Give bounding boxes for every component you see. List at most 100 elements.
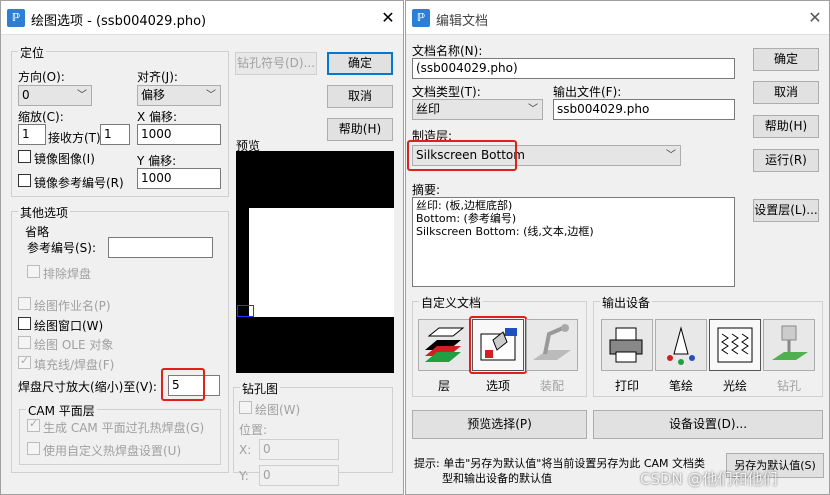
locate-group-title: 定位 (18, 44, 47, 61)
pen-plot-label: 笔绘 (668, 379, 693, 393)
refdes-input[interactable] (108, 237, 213, 258)
layers-label: 层 (437, 379, 450, 393)
drill-plot-label: 绘图(W) (255, 403, 301, 417)
cam-thermal-label: 生成 CAM 平面过孔热焊盘(G) (43, 421, 205, 435)
preview-select-button[interactable]: 预览选择(P) (412, 410, 587, 439)
edit-document-titlebar: ℙ 编辑文档 ✕ (406, 1, 829, 35)
plot-ole-label: 绘图 OLE 对象 (34, 338, 114, 352)
edit-document-dialog: ℙ 编辑文档 ✕ 文档名称(N): (ssb004029.pho) 文档类型(T… (405, 0, 830, 495)
doc-name-label: 文档名称(N): (412, 44, 483, 58)
align-select[interactable]: 偏移 ﹀ (137, 85, 221, 106)
shrink-label: 接收方(T) (48, 131, 101, 145)
doc-run-button[interactable]: 运行(R) (753, 149, 819, 172)
drill-y-label: Y: (239, 469, 249, 483)
assembly-icon (533, 324, 571, 360)
doc-type-label: 文档类型(T): (412, 85, 481, 99)
assembly-button[interactable] (526, 319, 578, 371)
chevron-down-icon: ﹀ (77, 90, 87, 101)
doc-cancel-button[interactable]: 取消 (753, 81, 819, 104)
close-icon[interactable]: ✕ (804, 7, 826, 29)
y-offset-label: Y 偏移: (137, 154, 177, 168)
photo-plot-button[interactable] (709, 319, 761, 371)
drill-symbol-button[interactable]: 钻孔符号(D)... (235, 52, 317, 75)
pen-plot-button[interactable] (655, 319, 707, 371)
layers-button[interactable] (418, 319, 470, 371)
chevron-down-icon: ﹀ (528, 104, 538, 115)
summary-textarea[interactable]: 丝印: (板,边框底部) Bottom: (参考编号) Silkscreen B… (412, 197, 735, 287)
app-icon: ℙ (7, 9, 25, 27)
exclude-pads-label: 排除焊盘 (43, 267, 92, 281)
drill-x-label: X: (239, 443, 252, 457)
highlight-box (469, 316, 527, 374)
custom-doc-title: 自定义文档 (419, 294, 484, 311)
doc-ok-button[interactable]: 确定 (753, 48, 819, 71)
drill-label: 钻孔 (776, 379, 801, 393)
output-file-label: 输出文件(F): (553, 85, 622, 99)
y-offset-input[interactable]: 1000 (137, 168, 221, 189)
doc-name-input[interactable]: (ssb004029.pho) (412, 58, 735, 79)
drill-plot-checkbox[interactable] (239, 401, 252, 414)
exclude-pads-checkbox[interactable] (27, 265, 40, 278)
assembly-label: 装配 (539, 379, 564, 393)
summary-line: Silkscreen Bottom: (线,文本,边框) (416, 225, 594, 238)
x-offset-input[interactable]: 1000 (137, 124, 221, 145)
close-icon[interactable]: ✕ (377, 7, 399, 29)
preview-canvas (236, 151, 394, 373)
chevron-down-icon: ﹀ (206, 90, 216, 101)
summary-line: 丝印: (板,边框底部) (416, 199, 513, 212)
doc-help-button[interactable]: 帮助(H) (753, 115, 819, 138)
mirror-refdes-checkbox[interactable] (18, 174, 31, 187)
edit-document-title: 编辑文档 (436, 14, 489, 29)
mirror-image-label: 镜像图像(I) (34, 152, 95, 166)
fill-pads-checkbox[interactable] (18, 354, 31, 369)
plot-ok-button[interactable]: 确定 (327, 52, 393, 75)
plot-options-title: 绘图选项 - (ssb004029.pho) (31, 14, 207, 29)
drill-button[interactable] (763, 319, 815, 371)
cam-custom-checkbox[interactable] (27, 442, 40, 455)
plot-options-dialog: ℙ 绘图选项 - (ssb004029.pho) ✕ 定位 方向(O): 0 ﹀ … (0, 0, 404, 495)
direction-select[interactable]: 0 ﹀ (18, 85, 92, 106)
app-icon: ℙ (412, 9, 430, 27)
align-label: 对齐(J): (137, 70, 178, 84)
device-settings-button[interactable]: 设备设置(D)... (593, 410, 823, 439)
print-button[interactable] (601, 319, 653, 371)
other-options-title: 其他选项 (18, 204, 71, 221)
plot-help-button[interactable]: 帮助(H) (327, 118, 393, 141)
drill-position-label: 位置: (239, 423, 268, 437)
shrink-input[interactable]: 1 (100, 124, 130, 145)
photoplotter-icon (717, 327, 753, 363)
plot-window-checkbox[interactable] (18, 317, 31, 330)
plot-job-name-label: 绘图作业名(P) (34, 299, 111, 313)
scale-input[interactable]: 1 (18, 124, 46, 145)
cam-custom-label: 使用自定义热焊盘设置(U) (43, 444, 182, 458)
plot-cancel-button[interactable]: 取消 (327, 85, 393, 108)
set-layer-button[interactable]: 设置层(L)... (753, 199, 819, 222)
drill-icon (772, 325, 808, 360)
mirror-image-checkbox[interactable] (18, 150, 31, 163)
highlight-box (407, 140, 517, 171)
preview-origin-marker (237, 305, 254, 317)
omit-group-title: 省略 (25, 225, 50, 239)
pad-scale-label: 焊盘尺寸放大(缩小)至(V): (18, 380, 157, 394)
plot-options-titlebar: ℙ 绘图选项 - (ssb004029.pho) ✕ (1, 1, 403, 35)
refdes-label: 参考编号(S): (27, 241, 97, 255)
drill-y-input[interactable]: 0 (259, 465, 339, 486)
drill-x-input[interactable]: 0 (259, 439, 339, 460)
x-offset-label: X 偏移: (137, 110, 178, 124)
highlight-box (161, 368, 205, 401)
photo-plot-label: 光绘 (722, 379, 747, 393)
chevron-down-icon: ﹀ (666, 150, 676, 161)
cam-thermal-checkbox[interactable] (27, 417, 40, 432)
output-file-input[interactable]: ssb004029.pho (553, 99, 735, 120)
doc-type-select[interactable]: 丝印 ﹀ (412, 99, 543, 120)
output-device-title: 输出设备 (600, 294, 653, 311)
scale-label: 缩放(C): (18, 110, 64, 124)
plot-job-name-checkbox[interactable] (18, 297, 31, 310)
print-label: 打印 (614, 379, 639, 393)
direction-label: 方向(O): (18, 70, 65, 84)
pen-plotter-icon (667, 326, 695, 365)
summary-label: 摘要: (412, 183, 441, 197)
plot-ole-checkbox[interactable] (18, 336, 31, 349)
preview-board (249, 208, 394, 317)
mirror-refdes-label: 镜像参考编号(R) (34, 176, 124, 190)
